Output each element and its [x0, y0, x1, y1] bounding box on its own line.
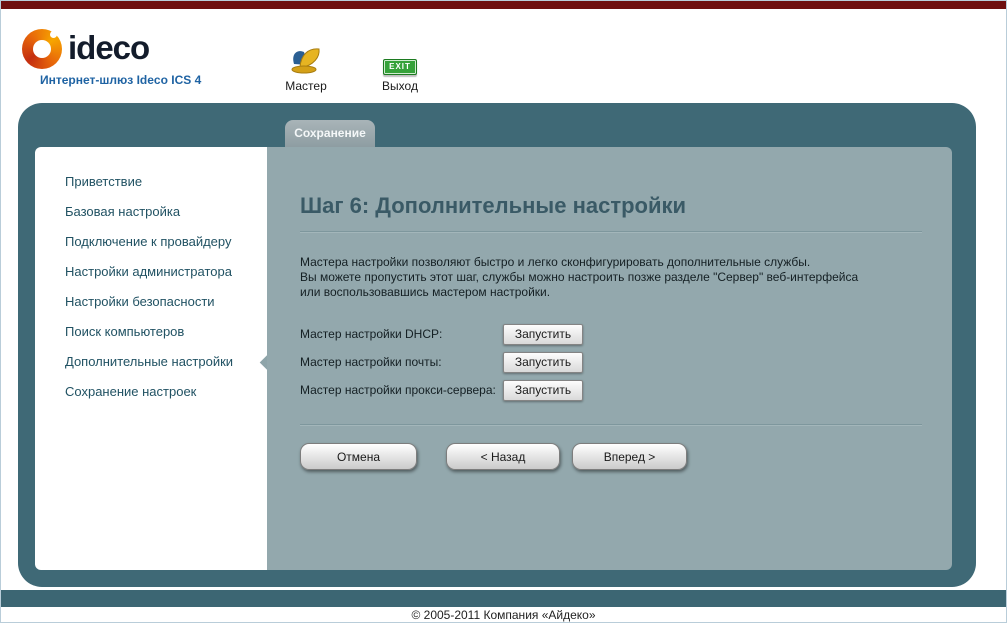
wizard-row-label: Мастер настройки DHCP:: [300, 327, 503, 341]
wizard-row-dhcp: Мастер настройки DHCP: Запустить: [300, 320, 922, 348]
tab-save[interactable]: Сохранение: [285, 120, 375, 147]
product-subtitle: Интернет-шлюз Ideco ICS 4: [40, 73, 201, 87]
sidebar-item-label: Подключение к провайдеру: [65, 234, 232, 249]
next-button[interactable]: Вперед >: [572, 443, 687, 470]
exit-sign-text: EXIT: [383, 59, 417, 75]
footer-bar: [0, 590, 1007, 607]
exit-icon: EXIT: [362, 33, 438, 75]
launch-dhcp-wizard-button[interactable]: Запустить: [503, 324, 583, 345]
ideco-logo-icon: [22, 29, 62, 69]
sidebar-item-label: Дополнительные настройки: [65, 354, 233, 369]
wizard-container: Сохранение Приветствие Базовая настройка…: [18, 103, 976, 587]
app-header: ideco Интернет-шлюз Ideco ICS 4 Мастер E…: [0, 9, 1007, 103]
wizard-step-content: Шаг 6: Дополнительные настройки Мастера …: [267, 147, 952, 570]
cancel-button[interactable]: Отмена: [300, 443, 417, 470]
wizard-row-proxy: Мастер настройки прокси-сервера: Запусти…: [300, 376, 922, 404]
logo-text: ideco: [68, 29, 149, 67]
back-button[interactable]: < Назад: [446, 443, 560, 470]
toolbar-item-exit[interactable]: EXIT Выход: [362, 33, 438, 93]
sidebar-item-additional-settings[interactable]: Дополнительные настройки: [35, 347, 267, 377]
launch-mail-wizard-button[interactable]: Запустить: [503, 352, 583, 373]
sidebar-item-label: Настройки безопасности: [65, 294, 215, 309]
sidebar-item-label: Поиск компьютеров: [65, 324, 184, 339]
wizard-inner-panel: Приветствие Базовая настройка Подключени…: [35, 147, 952, 570]
top-accent-bar: [0, 0, 1007, 9]
description-line: Мастера настройки позволяют быстро и лег…: [300, 255, 922, 270]
sidebar-item-computer-search[interactable]: Поиск компьютеров: [35, 317, 267, 347]
wizard-row-label: Мастер настройки прокси-сервера:: [300, 383, 503, 397]
toolbar-master-label: Мастер: [268, 79, 344, 93]
sidebar-item-basic-setup[interactable]: Базовая настройка: [35, 197, 267, 227]
toolbar-exit-label: Выход: [362, 79, 438, 93]
sidebar-item-save-settings[interactable]: Сохранение настроек: [35, 377, 267, 407]
wizard-row-label: Мастер настройки почты:: [300, 355, 503, 369]
sidebar-item-label: Базовая настройка: [65, 204, 180, 219]
step-description: Мастера настройки позволяют быстро и лег…: [300, 255, 922, 300]
wizard-launch-list: Мастер настройки DHCP: Запустить Мастер …: [300, 320, 922, 404]
wizard-icon: [268, 33, 344, 75]
copyright-text: © 2005-2011 Компания «Айдеко»: [0, 608, 1007, 622]
launch-proxy-wizard-button[interactable]: Запустить: [503, 380, 583, 401]
sidebar-item-label: Приветствие: [65, 174, 142, 189]
wizard-nav-buttons: Отмена < Назад Вперед >: [300, 443, 922, 470]
toolbar-item-master[interactable]: Мастер: [268, 33, 344, 93]
sidebar-item-security-settings[interactable]: Настройки безопасности: [35, 287, 267, 317]
description-line: или воспользовавшись мастером настройки.: [300, 285, 922, 300]
sidebar-item-label: Настройки администратора: [65, 264, 232, 279]
page-title: Шаг 6: Дополнительные настройки: [300, 193, 922, 219]
buttons-divider: [300, 424, 922, 426]
wizard-steps-sidebar: Приветствие Базовая настройка Подключени…: [35, 147, 267, 570]
sidebar-item-admin-settings[interactable]: Настройки администратора: [35, 257, 267, 287]
sidebar-item-welcome[interactable]: Приветствие: [35, 167, 267, 197]
sidebar-item-provider-connection[interactable]: Подключение к провайдеру: [35, 227, 267, 257]
description-line: Вы можете пропустить этот шаг, службы мо…: [300, 270, 922, 285]
sidebar-item-label: Сохранение настроек: [65, 384, 196, 399]
wizard-row-mail: Мастер настройки почты: Запустить: [300, 348, 922, 376]
title-divider: [300, 231, 922, 233]
